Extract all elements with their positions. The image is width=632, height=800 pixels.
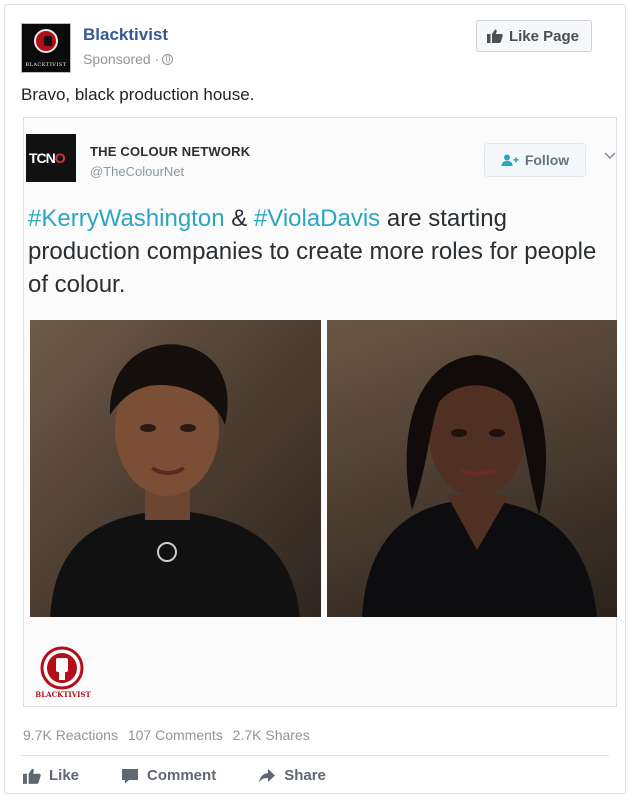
tweet-text: #KerryWashington & #ViolaDavis are start… [28,202,608,301]
actions-divider [21,755,609,756]
tcn-logo: TCN O [26,134,76,182]
page-avatar[interactable]: BLACKTIVIST [21,23,71,73]
tweet-handle: @TheColourNet [90,164,185,179]
comment-icon [122,768,139,783]
reactions-count[interactable]: 9.7K Reactions [23,727,118,743]
tweet-text-amp: & [224,205,254,232]
person-plus-icon [501,154,519,166]
like-page-label: Like Page [508,27,579,45]
avatar-wordmark: BLACKTIVIST [25,62,67,68]
sponsored-label: Sponsored · [83,51,174,67]
globe-icon [162,54,174,65]
like-label: Like [49,767,80,784]
page-name-link[interactable]: Blacktivist [83,25,168,45]
share-icon [259,768,276,783]
comment-label: Comment [147,767,217,784]
share-label: Share [284,767,326,784]
footer-logo-wordmark: BLACKTIVIST [35,690,91,699]
like-button[interactable]: Like [23,767,79,784]
portrait-left-image [50,344,300,617]
tcn-logo-text: TCN [29,150,56,166]
comment-button[interactable]: Comment [121,767,216,784]
comments-count[interactable]: 107 Comments [128,727,223,743]
follow-button[interactable]: Follow [484,143,586,177]
shared-tweet-image[interactable]: TCN O THE COLOUR NETWORK @TheColourNet Fo… [23,117,617,707]
share-button[interactable]: Share [258,767,326,784]
fist-logo-icon [34,29,58,53]
photo-right [327,320,617,617]
chevron-down-icon[interactable] [604,151,616,161]
hashtag-violadavis: #ViolaDavis [253,205,381,232]
sponsored-post: BLACKTIVIST Blacktivist Sponsored · Like… [4,4,626,794]
sponsored-text: Sponsored · [83,51,160,67]
like-page-button[interactable]: Like Page [475,20,592,52]
tweet-account-name: THE COLOUR NETWORK [90,144,251,159]
post-actions: Like Comment Share [23,767,368,784]
like-icon [23,768,41,784]
hashtag-kerrywashington: #KerryWashington [28,205,225,232]
portrait-right-image [362,355,597,617]
photo-left [30,320,321,617]
shares-count[interactable]: 2.7K Shares [233,727,310,743]
tcn-logo-accent: O [54,150,66,166]
post-caption: Bravo, black production house. [21,85,255,104]
follow-label: Follow [524,152,570,168]
thumbs-up-icon [486,29,503,43]
engagement-stats: 9.7K Reactions 107 Comments 2.7K Shares [23,727,316,743]
